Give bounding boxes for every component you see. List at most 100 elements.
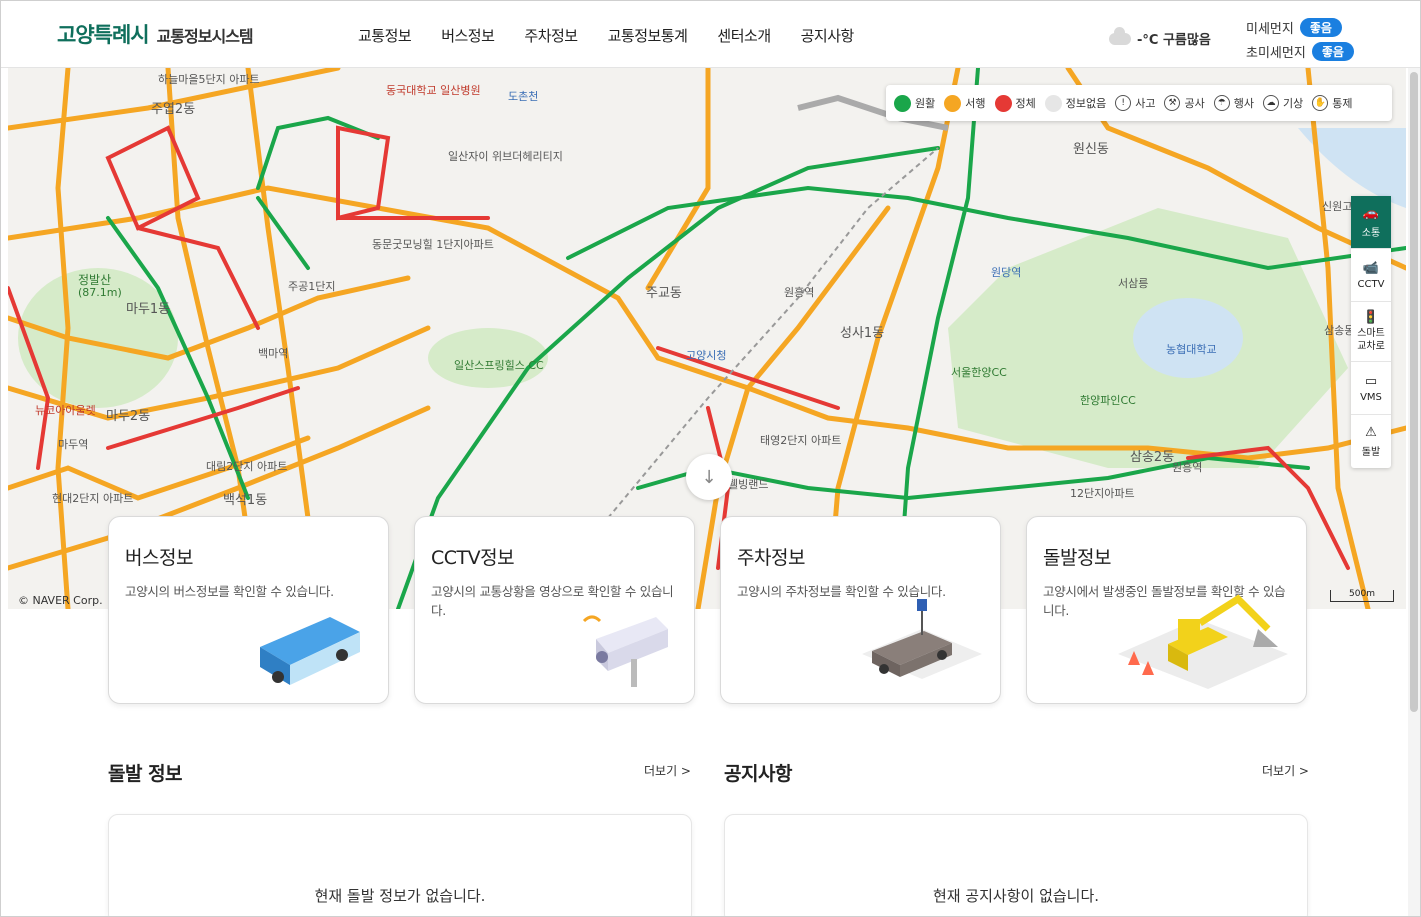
legend-label: 정체 (1015, 97, 1036, 110)
page: 고양특례시 교통정보시스템 교통정보 버스정보 주차정보 교통정보통계 센터소개… (0, 0, 1421, 917)
legend-label: 통제 (1332, 97, 1353, 110)
card-title: 주차정보 (737, 547, 805, 569)
bus-icon (260, 617, 360, 685)
railway (607, 147, 939, 519)
notice-section-title: 공지사항 (724, 763, 792, 785)
vms-icon: ▭ (1364, 373, 1378, 389)
scroll-down-button[interactable]: ↓ (686, 454, 732, 500)
map-label: 백마역 (258, 347, 289, 360)
notice-list: 현재 공지사항이 없습니다. (724, 814, 1308, 916)
layer-label: 소통 (1361, 227, 1381, 239)
card-title: 버스정보 (125, 547, 193, 569)
event-icon: ☂ (1213, 95, 1230, 111)
site-logo[interactable]: 고양특례시 교통정보시스템 (57, 19, 254, 49)
legend-construction[interactable]: ⚒ 공사 (1164, 95, 1205, 111)
map-layer-sidebar: 🚗 소통 📹 CCTV 🚦 스마트 교차로 ▭ VMS ⚠ 돌발 (1351, 196, 1391, 468)
map-copyright: © NAVER Corp. (18, 594, 103, 607)
card-incident[interactable]: 돌발정보 고양시에서 발생중인 돌발정보를 확인할 수 있습니다. (1026, 516, 1307, 704)
legend-label: 원활 (915, 97, 936, 110)
map-label: 원흥역 (784, 286, 815, 299)
ultra-dust-label: 초미세먼지 (1246, 45, 1306, 61)
legend-congested[interactable]: 정체 (994, 94, 1036, 112)
cctv-camera-icon (582, 615, 668, 687)
logo-system: 교통정보시스템 (156, 27, 254, 46)
slow-dot-icon (944, 94, 962, 112)
layer-incident[interactable]: ⚠ 돌발 (1351, 415, 1391, 468)
weather-icon: ☁ (1262, 95, 1279, 111)
logo-city: 고양특례시 (57, 23, 150, 47)
incident-list: 현재 돌발 정보가 없습니다. (108, 814, 692, 916)
no-info-dot-icon (1044, 94, 1062, 112)
legend-label: 서행 (965, 97, 986, 110)
nav-item-center[interactable]: 센터소개 (717, 25, 771, 46)
layer-cctv[interactable]: 📹 CCTV (1351, 249, 1391, 302)
layer-label: 돌발 (1361, 447, 1381, 458)
map-scale: 500m (1330, 590, 1394, 602)
nav-item-bus[interactable]: 버스정보 (441, 25, 495, 46)
car-icon: 🚗 (1362, 205, 1380, 221)
layer-vms[interactable]: ▭ VMS (1351, 362, 1391, 415)
nav-item-notice[interactable]: 공지사항 (801, 25, 855, 46)
map-label: 원흥역 (1172, 461, 1203, 474)
notice-more-link[interactable]: 더보기 > (1262, 762, 1309, 779)
map-label: 원신동 (1073, 142, 1109, 157)
fine-dust-badge: 좋음 (1299, 17, 1342, 37)
map-label: 도촌천 (508, 90, 539, 103)
nav-item-traffic[interactable]: 교통정보 (358, 25, 412, 46)
legend-event[interactable]: ☂ 행사 (1213, 95, 1254, 111)
incident-icon: ⚠ (1365, 425, 1377, 440)
map-label: 삼송동 (1324, 324, 1355, 337)
congested-dot-icon (994, 94, 1012, 112)
cctv-icon: 📹 (1362, 260, 1380, 276)
map-label: 신원고 (1322, 200, 1353, 213)
legend-control[interactable]: ✋ 통제 (1312, 95, 1352, 111)
map-label: 동문굿모닝힐 1단지아파트 (372, 238, 494, 251)
layer-smart-crossing[interactable]: 🚦 스마트 교차로 (1351, 302, 1391, 362)
layer-traffic[interactable]: 🚗 소통 (1351, 196, 1391, 249)
map-label: 원당역 (991, 266, 1022, 279)
legend-weather[interactable]: ☁ 기상 (1262, 95, 1303, 111)
map-label: 성사1동 (840, 326, 885, 341)
incident-section-title: 돌발 정보 (108, 763, 183, 785)
map-label: 마두2동 (106, 409, 151, 424)
nav-item-statistics[interactable]: 교통정보통계 (608, 25, 688, 46)
map-label: 현대2단지 아파트 (52, 492, 134, 505)
map-label: 웰빙랜드 (728, 478, 769, 491)
map-label: 일산자이 위브더헤리티지 (448, 150, 563, 163)
map-label: 12단지아파트 (1070, 487, 1135, 500)
legend-slow[interactable]: 서행 (944, 94, 986, 112)
map-label: 백석1동 (223, 493, 268, 508)
smooth-dot-icon (894, 94, 911, 112)
weather: -°C 구름많음 (1109, 26, 1211, 48)
legend-no-info[interactable]: 정보없음 (1044, 94, 1107, 112)
scrollbar-thumb[interactable] (1410, 72, 1418, 712)
main-nav: 교통정보 버스정보 주차정보 교통정보통계 센터소개 공지사항 (358, 25, 884, 46)
layer-label: 스마트 교차로 (1357, 327, 1385, 352)
map-label: 고양시청 (686, 349, 727, 362)
map-label: 뉴코아아울렛 (35, 404, 96, 417)
card-bus[interactable]: 버스정보 고양시의 버스정보를 확인할 수 있습니다. (108, 516, 389, 704)
scrollbar[interactable] (1408, 68, 1420, 916)
service-cards: 버스정보 고양시의 버스정보를 확인할 수 있습니다. CCTV정보 고양시의 … (108, 516, 1307, 704)
map-label: 태영2단지 아파트 (760, 434, 842, 447)
nav-item-parking[interactable]: 주차정보 (524, 25, 578, 46)
air-quality: 미세먼지 좋음 초미세먼지 좋음 (1246, 15, 1354, 63)
map-label: 주엽2동 (151, 102, 196, 117)
map-label: 한양파인CC (1080, 394, 1136, 407)
construction-icon: ⚒ (1164, 95, 1181, 111)
card-title: 돌발정보 (1043, 547, 1111, 569)
map-label: 주교동 (646, 286, 682, 301)
map-label: 서삼릉 (1118, 277, 1149, 290)
layer-label: CCTV (1357, 278, 1385, 290)
legend-label: 공사 (1184, 97, 1205, 110)
notice-empty-text: 현재 공지사항이 없습니다. (932, 887, 1100, 905)
legend-smooth[interactable]: 원활 (894, 94, 936, 112)
card-title: CCTV정보 (431, 547, 515, 569)
incident-more-link[interactable]: 더보기 > (644, 762, 691, 779)
legend-accident[interactable]: ! 사고 (1115, 95, 1155, 111)
map-label: 동국대학교 일산병원 (386, 84, 481, 97)
arrow-down-icon: ↓ (701, 466, 717, 488)
card-cctv[interactable]: CCTV정보 고양시의 교통상황을 영상으로 확인할 수 있습니다. (414, 516, 695, 704)
card-parking[interactable]: 주차정보 고양시의 주차정보를 확인할 수 있습니다. (720, 516, 1001, 704)
legend-label: 정보없음 (1065, 97, 1107, 110)
